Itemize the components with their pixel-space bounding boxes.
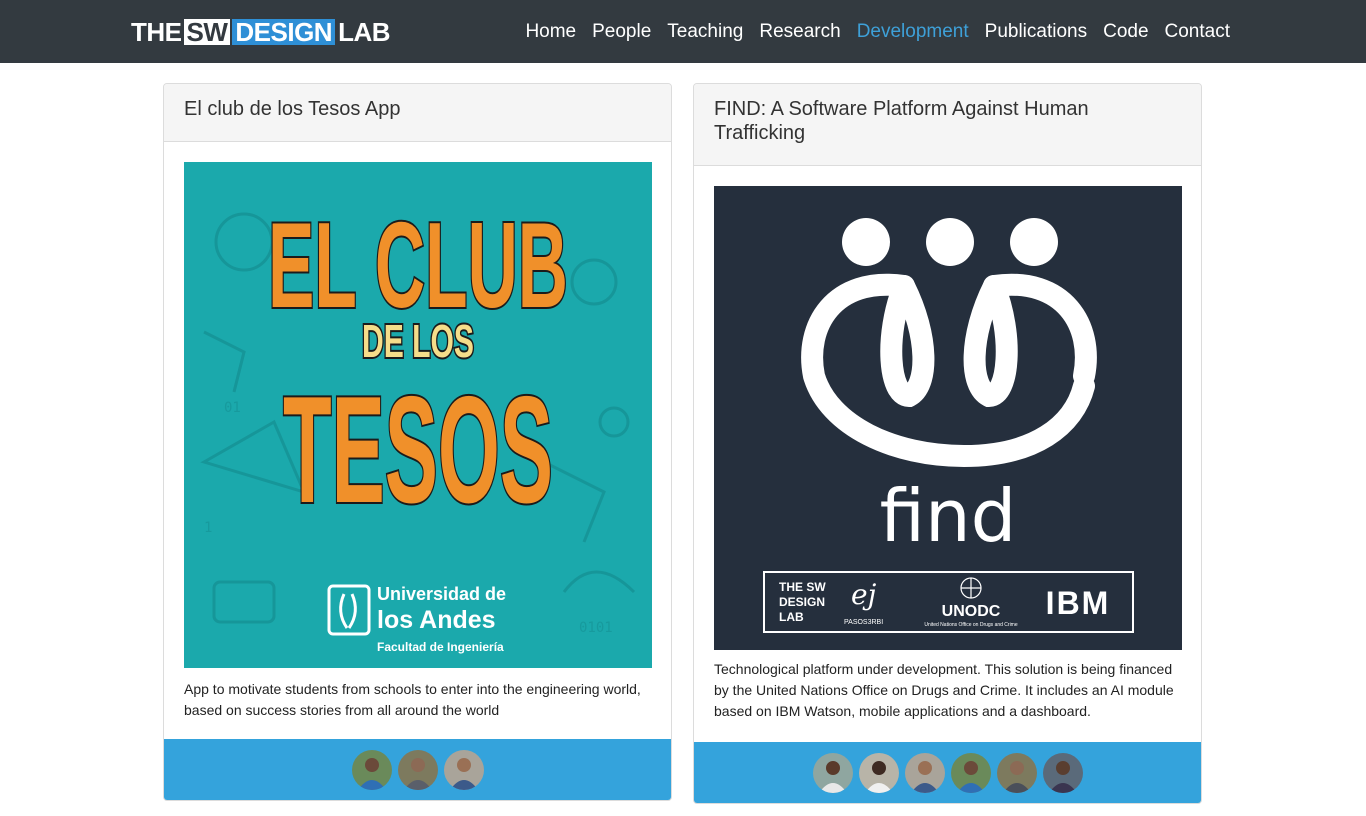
nav-code[interactable]: Code (1103, 21, 1148, 43)
partner-lab-line1: THE SW (779, 580, 826, 594)
brand-logo[interactable]: THE SW DESIGN LAB (131, 16, 391, 47)
brand-part-the: THE (131, 16, 182, 47)
uni-name-line2: los Andes (377, 606, 496, 634)
project-title: El club de los Tesos App (164, 84, 671, 142)
project-description: Technological platform under development… (714, 661, 1174, 719)
project-team (164, 739, 671, 800)
team-member-avatar[interactable] (950, 752, 991, 793)
nav-home[interactable]: Home (525, 21, 576, 43)
main-nav: Home People Teaching Research Developmen… (525, 0, 1230, 63)
nav-research[interactable]: Research (759, 21, 840, 43)
partner-lab-line2: DESIGN (779, 595, 825, 609)
navbar: THE SW DESIGN LAB Home People Teaching R… (0, 0, 1366, 63)
nav-contact[interactable]: Contact (1165, 21, 1230, 43)
team-member-avatar[interactable] (904, 752, 945, 793)
team-member-avatar[interactable] (397, 749, 438, 790)
partner-ibm: IBM (1046, 585, 1111, 621)
tesos-title-line1: EL CLUB (268, 197, 568, 333)
project-title: FIND: A Software Platform Against Human … (694, 84, 1201, 166)
project-card-find: FIND: A Software Platform Against Human … (693, 83, 1202, 804)
tesos-poster-graphic: 0101011 EL CLUB DE LOS TESOS Universidad… (184, 162, 652, 668)
find-people-icon (842, 218, 1058, 266)
uni-name-line1: Universidad de (377, 584, 506, 604)
project-card-tesos: El club de los Tesos App 01 0101 1 EL CLUB… (163, 83, 672, 801)
team-member-avatar[interactable] (996, 752, 1037, 793)
find-logo-graphic: find THE SW DESIGN LAB ej PASOS3RBI UNOD… (714, 186, 1182, 650)
nav-development[interactable]: Development (857, 21, 969, 43)
nav-people[interactable]: People (592, 21, 651, 43)
tesos-title-line3: TESOS (283, 365, 553, 535)
project-description: App to motivate students from schools to… (184, 681, 641, 718)
partner-lab-line3: LAB (779, 610, 804, 624)
partner-unodc-sub: United Nations Office on Drugs and Crime (924, 622, 1018, 628)
partner-logos: THE SW DESIGN LAB ej PASOS3RBI UNODC Uni… (763, 571, 1134, 633)
svg-text:0101: 0101 (579, 620, 613, 636)
project-image-find[interactable]: find THE SW DESIGN LAB ej PASOS3RBI UNOD… (714, 186, 1182, 650)
partner-ej: PASOS3RBI (844, 619, 883, 626)
team-member-avatar[interactable] (1042, 752, 1083, 793)
team-member-avatar[interactable] (443, 749, 484, 790)
tesos-title-line2: DE LOS (362, 315, 474, 367)
team-member-avatar[interactable] (858, 752, 899, 793)
find-wordmark: find (880, 474, 1017, 558)
project-image-tesos[interactable]: 01 0101 1 EL CLUB DE LOS TESOS Universidad… (184, 162, 652, 668)
svg-text:ej: ej (851, 578, 877, 611)
brand-part-sw: SW (183, 19, 231, 45)
partner-unodc: UNODC (942, 603, 1001, 620)
nav-teaching[interactable]: Teaching (667, 21, 743, 43)
brand-part-lab: LAB (338, 16, 391, 47)
project-team (694, 742, 1201, 803)
team-member-avatar[interactable] (351, 749, 392, 790)
uni-faculty: Facultad de Ingeniería (377, 640, 504, 654)
nav-publications[interactable]: Publications (985, 21, 1087, 43)
brand-part-design: DESIGN (232, 19, 336, 45)
svg-text:1: 1 (204, 520, 212, 536)
team-member-avatar[interactable] (812, 752, 853, 793)
svg-text:01: 01 (224, 400, 241, 416)
